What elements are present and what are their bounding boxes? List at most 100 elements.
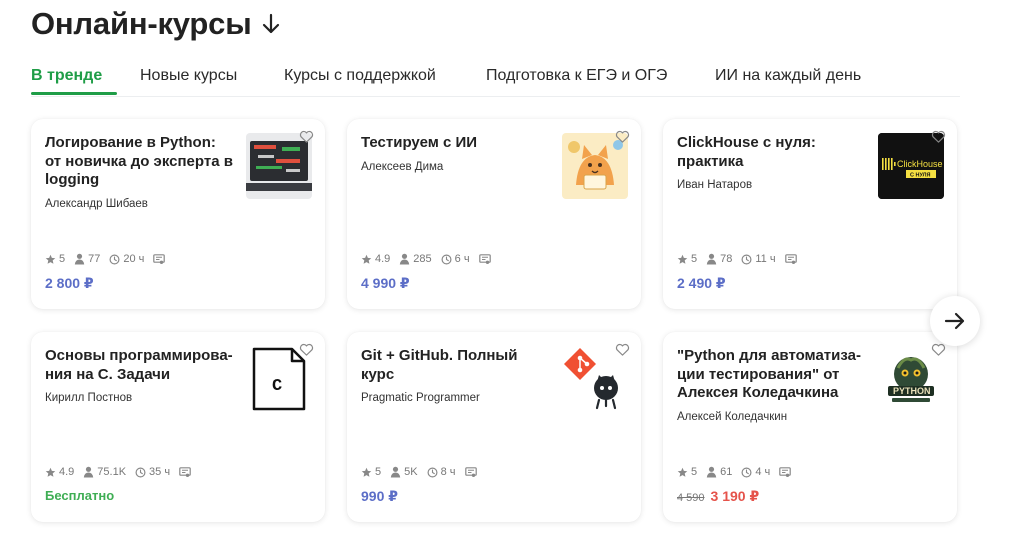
rating-stat: 4.9: [361, 253, 390, 265]
tab-trending[interactable]: В тренде: [31, 67, 102, 85]
course-author: Pragmatic Programmer: [361, 392, 480, 404]
heart-icon[interactable]: [615, 342, 630, 357]
star-icon: [677, 467, 688, 477]
course-price: Бесплатно: [45, 488, 115, 503]
course-card[interactable]: "Python для автоматиза-ции тестирования"…: [663, 332, 957, 522]
students-stat: 285: [399, 253, 432, 265]
course-stats: 4.9 285 6 ч: [361, 253, 503, 265]
course-price: 2 800 ₽: [45, 275, 94, 291]
tab-new-courses[interactable]: Новые курсы: [140, 67, 237, 85]
course-author: Алексей Коледачкин: [677, 410, 788, 423]
user-icon: [706, 253, 717, 265]
course-stats: 4.9 75.1K 35 ч: [45, 466, 203, 478]
course-author: Кирилл Постнов: [45, 392, 133, 404]
star-icon: [45, 467, 56, 477]
rating-stat: 5: [677, 253, 697, 265]
user-icon: [400, 253, 410, 265]
rating-stat: 5: [361, 466, 381, 478]
course-author: Александр Шибаев: [45, 197, 148, 210]
active-tab-indicator: [31, 92, 117, 95]
certificate-icon: [153, 253, 166, 264]
course-stats: 5 77 20 ч: [45, 253, 177, 265]
duration-stat: 35 ч: [135, 466, 170, 478]
course-title[interactable]: Основы программирова-ния на C. Задачи: [45, 347, 235, 384]
duration-stat: 20 ч: [109, 253, 144, 265]
certificate-stat: [784, 253, 800, 265]
course-card[interactable]: Логирование в Python: от новичка до эксп…: [31, 119, 325, 309]
carousel-next-button[interactable]: [930, 296, 980, 346]
course-stats: 5 5K 8 ч: [361, 466, 489, 478]
clock-icon: [109, 254, 120, 264]
students-stat: 75.1K: [83, 466, 126, 478]
user-icon: [84, 466, 94, 478]
course-price: 4 990 ₽: [361, 275, 410, 291]
heart-icon[interactable]: [931, 129, 946, 144]
heart-icon[interactable]: [299, 342, 314, 357]
rating-stat: 4.9: [45, 466, 74, 478]
course-tabs: В тренде Новые курсы Курсы с поддержкой …: [31, 60, 960, 97]
heart-icon[interactable]: [931, 342, 946, 357]
clock-icon: [741, 254, 752, 264]
course-card[interactable]: Основы программирова-ния на C. Задачи Ки…: [31, 332, 325, 522]
duration-stat: 6 ч: [441, 253, 470, 265]
tab-ai-everyday[interactable]: ИИ на каждый день: [715, 67, 861, 85]
certificate-icon: [478, 253, 491, 264]
course-card[interactable]: ClickHouse с нуля: практика Иван Натаров…: [663, 119, 957, 309]
course-title[interactable]: Тестируем с ИИ: [361, 134, 551, 153]
certificate-stat: [179, 466, 194, 478]
user-icon: [706, 466, 717, 478]
clock-icon: [427, 467, 438, 477]
clock-icon: [135, 467, 146, 477]
course-price: 990 ₽: [361, 488, 398, 504]
heart-icon[interactable]: [615, 129, 630, 144]
certificate-icon: [464, 466, 477, 477]
rating-stat: 5: [677, 466, 697, 478]
user-icon: [74, 253, 85, 265]
star-icon: [361, 467, 372, 477]
clickhouse-logo-subtitle: С НУЛЯ: [910, 173, 931, 179]
certificate-stat: [478, 253, 494, 265]
students-stat: 61: [706, 466, 732, 478]
page-heading: Онлайн-курсы: [31, 6, 281, 42]
course-title[interactable]: "Python для автоматиза-ции тестирования"…: [677, 347, 867, 403]
discount-price: 3 190 ₽: [710, 488, 760, 504]
course-price: 4 590 3 190 ₽: [677, 488, 759, 505]
course-title[interactable]: Git + GitHub. Полный курс: [361, 347, 551, 384]
certificate-icon: [179, 466, 191, 477]
course-price: 2 490 ₽: [677, 275, 726, 291]
course-stats: 5 78 11 ч: [677, 253, 809, 265]
course-author: Иван Натаров: [677, 179, 753, 191]
certificate-icon: [779, 466, 792, 477]
star-icon: [361, 254, 372, 264]
clock-icon: [441, 254, 452, 264]
course-card[interactable]: Git + GitHub. Полный курс Pragmatic Prog…: [347, 332, 641, 522]
duration-stat: 8 ч: [427, 466, 456, 478]
duration-stat: 4 ч: [741, 466, 770, 478]
certificate-stat: [464, 466, 480, 478]
tab-exam-prep[interactable]: Подготовка к ЕГЭ и ОГЭ: [486, 67, 667, 85]
certificate-stat: [153, 253, 168, 265]
c-letter: C: [272, 377, 282, 396]
students-stat: 77: [74, 253, 100, 265]
course-title[interactable]: Логирование в Python: от новичка до эксп…: [45, 134, 235, 190]
students-stat: 5K: [390, 466, 418, 478]
students-stat: 78: [706, 253, 732, 265]
user-icon: [390, 466, 401, 478]
arrow-down-icon[interactable]: [261, 12, 281, 36]
certificate-stat: [779, 466, 794, 478]
arrow-right-icon: [944, 312, 965, 330]
certificate-icon: [784, 253, 797, 264]
course-author: Алексеев Дима: [361, 160, 444, 173]
duration-stat: 11 ч: [741, 253, 776, 265]
clock-icon: [741, 467, 752, 477]
course-stats: 5 61 4 ч: [677, 466, 803, 478]
star-icon: [677, 254, 688, 264]
page-title: Онлайн-курсы: [31, 6, 252, 41]
course-card[interactable]: Тестируем с ИИ Алексеев Дима 4.9 285 6 ч…: [347, 119, 641, 309]
clickhouse-logo-text: ClickHouse: [897, 159, 943, 169]
tab-supported-courses[interactable]: Курсы с поддержкой: [284, 67, 436, 85]
heart-icon[interactable]: [299, 129, 314, 144]
python-logo-text: PYTHON: [893, 386, 931, 396]
old-price: 4 590: [677, 492, 705, 504]
course-title[interactable]: ClickHouse с нуля: практика: [677, 134, 867, 171]
